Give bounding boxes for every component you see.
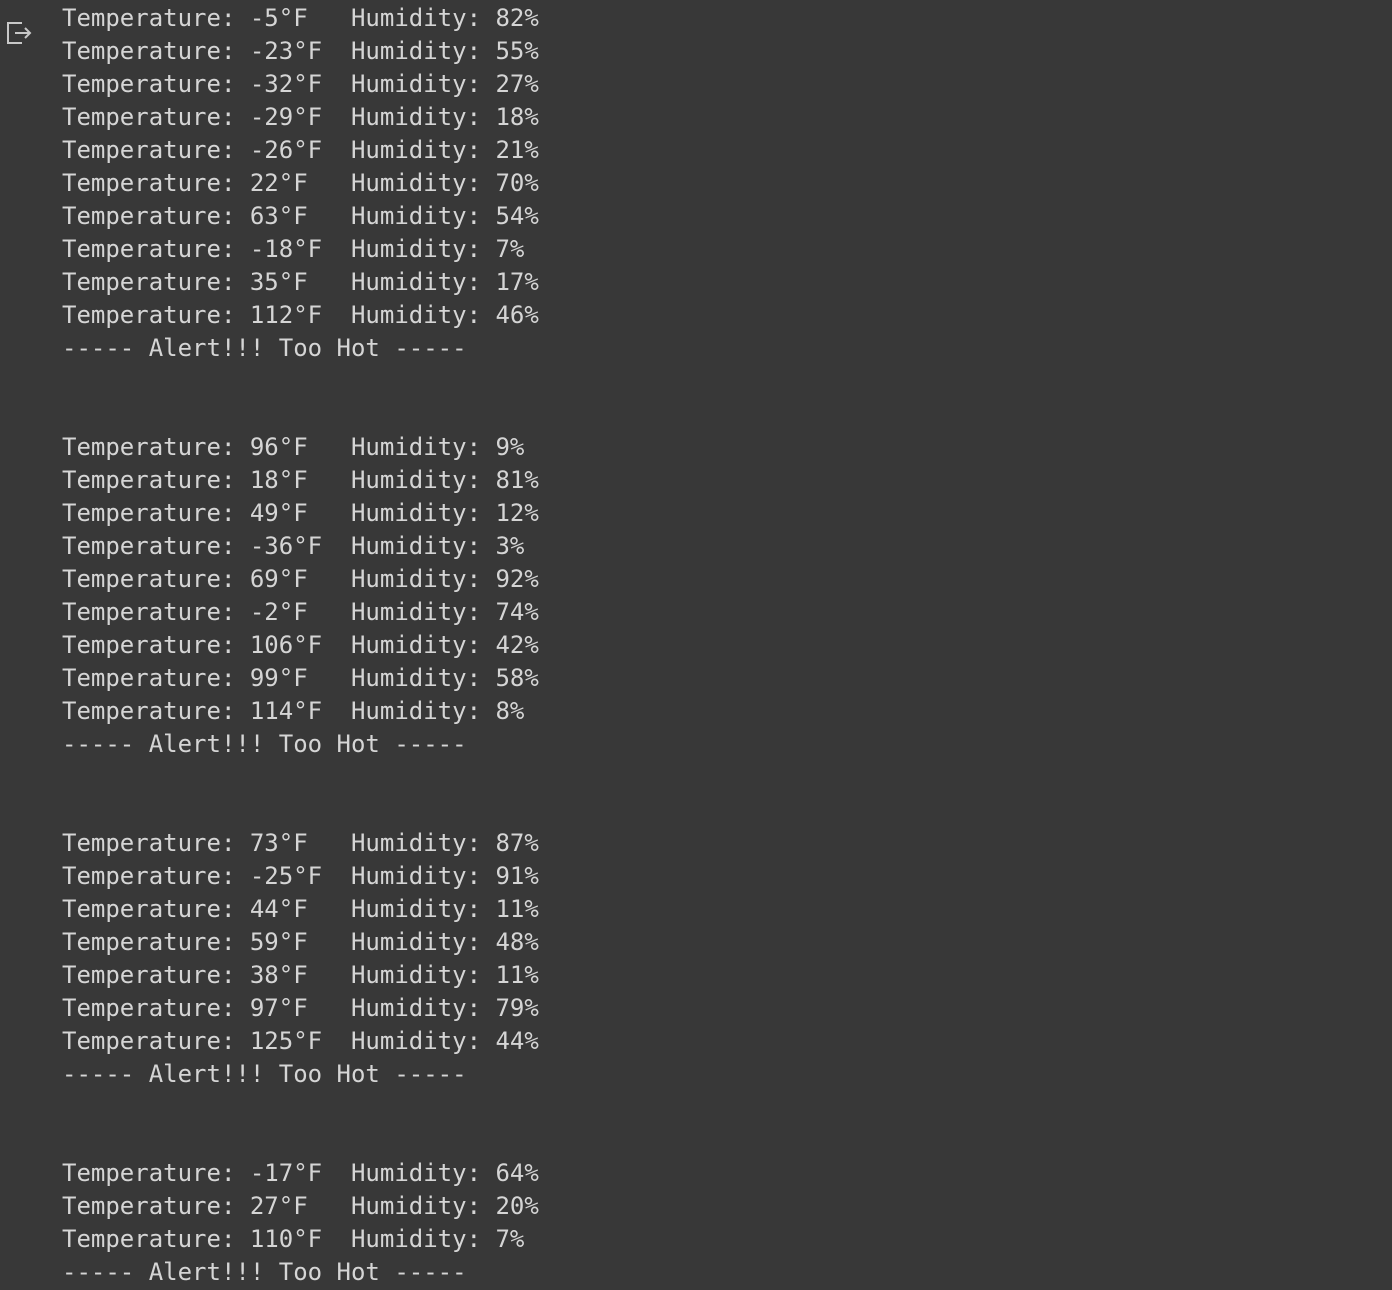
reading-line: Temperature: -2°F Humidity: 74%: [62, 598, 539, 626]
reading-line: Temperature: 63°F Humidity: 54%: [62, 202, 539, 230]
reading-line: Temperature: 73°F Humidity: 87%: [62, 829, 539, 857]
reading-line: Temperature: -25°F Humidity: 91%: [62, 862, 539, 890]
reading-line: Temperature: 110°F Humidity: 7%: [62, 1225, 525, 1253]
reading-line: Temperature: -29°F Humidity: 18%: [62, 103, 539, 131]
reading-line: Temperature: -5°F Humidity: 82%: [62, 4, 539, 32]
reading-line: Temperature: 18°F Humidity: 81%: [62, 466, 539, 494]
output-redirect-icon[interactable]: [4, 20, 34, 46]
reading-line: Temperature: -32°F Humidity: 27%: [62, 70, 539, 98]
reading-line: Temperature: 44°F Humidity: 11%: [62, 895, 539, 923]
alert-line: ----- Alert!!! Too Hot -----: [62, 1258, 467, 1286]
reading-line: Temperature: -18°F Humidity: 7%: [62, 235, 525, 263]
reading-line: Temperature: -36°F Humidity: 3%: [62, 532, 525, 560]
reading-line: Temperature: 106°F Humidity: 42%: [62, 631, 539, 659]
reading-line: Temperature: 99°F Humidity: 58%: [62, 664, 539, 692]
alert-line: ----- Alert!!! Too Hot -----: [62, 1060, 467, 1088]
reading-line: Temperature: 96°F Humidity: 9%: [62, 433, 525, 461]
reading-line: Temperature: 38°F Humidity: 11%: [62, 961, 539, 989]
reading-line: Temperature: 27°F Humidity: 20%: [62, 1192, 539, 1220]
reading-line: Temperature: 35°F Humidity: 17%: [62, 268, 539, 296]
reading-line: Temperature: -17°F Humidity: 64%: [62, 1159, 539, 1187]
reading-line: Temperature: -23°F Humidity: 55%: [62, 37, 539, 65]
reading-line: Temperature: 114°F Humidity: 8%: [62, 697, 525, 725]
reading-line: Temperature: -26°F Humidity: 21%: [62, 136, 539, 164]
output-gutter: [0, 0, 50, 1290]
reading-line: Temperature: 69°F Humidity: 92%: [62, 565, 539, 593]
reading-line: Temperature: 125°F Humidity: 44%: [62, 1027, 539, 1055]
reading-line: Temperature: 59°F Humidity: 48%: [62, 928, 539, 956]
reading-line: Temperature: 97°F Humidity: 79%: [62, 994, 539, 1022]
reading-line: Temperature: 112°F Humidity: 46%: [62, 301, 539, 329]
reading-line: Temperature: 22°F Humidity: 70%: [62, 169, 539, 197]
alert-line: ----- Alert!!! Too Hot -----: [62, 730, 467, 758]
reading-line: Temperature: 49°F Humidity: 12%: [62, 499, 539, 527]
cell-output: Temperature: -5°F Humidity: 82% Temperatu…: [62, 2, 1392, 1289]
alert-line: ----- Alert!!! Too Hot -----: [62, 334, 467, 362]
